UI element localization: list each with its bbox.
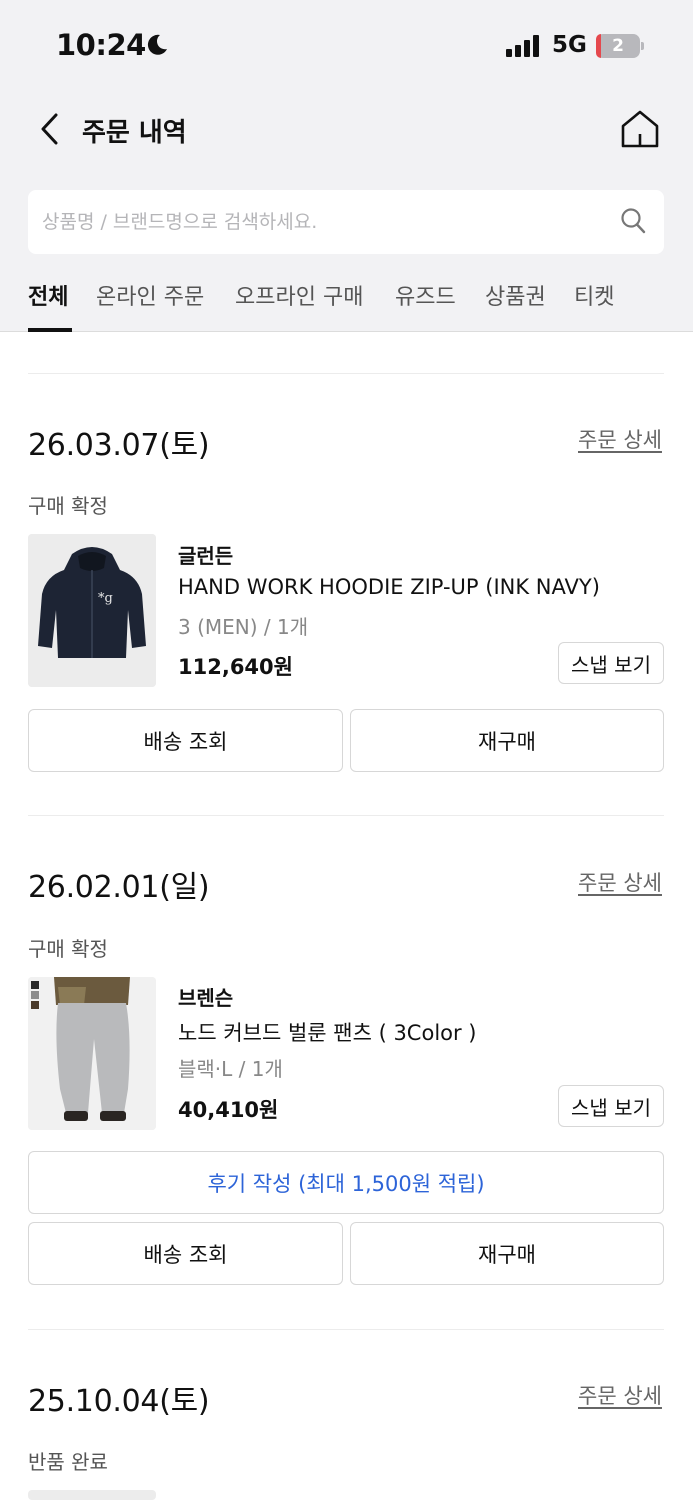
- order-detail-link[interactable]: 주문 상세: [578, 867, 662, 897]
- order-detail-link[interactable]: 주문 상세: [578, 1380, 662, 1410]
- product-option: 블랙·L / 1개: [178, 1057, 283, 1081]
- network-label: 5G: [552, 32, 587, 58]
- product-name[interactable]: 노드 커브드 벌룬 팬츠 ( 3Color ): [178, 1017, 477, 1047]
- home-icon[interactable]: [619, 108, 661, 150]
- reorder-button[interactable]: 재구매: [350, 709, 664, 772]
- battery-icon: 2: [596, 34, 644, 58]
- reorder-button[interactable]: 재구매: [350, 1222, 664, 1285]
- tab-online-order[interactable]: 온라인 주문: [96, 279, 204, 311]
- search-box[interactable]: [28, 190, 664, 254]
- section-divider: [28, 373, 664, 374]
- product-name[interactable]: HAND WORK HOODIE ZIP-UP (INK NAVY): [178, 575, 600, 599]
- top-area: 10:24 5G 2 주문 내역 전체 온라인 주문: [0, 0, 693, 332]
- order-date: 25.10.04(토): [28, 1384, 210, 1419]
- product-option: 3 (MEN) / 1개: [178, 615, 309, 639]
- status-bar: 10:24 5G 2: [0, 0, 693, 92]
- order-status: 구매 확정: [28, 937, 108, 961]
- tab-ticket[interactable]: 티켓: [574, 279, 614, 311]
- order-detail-link[interactable]: 주문 상세: [578, 424, 662, 454]
- product-brand: 브렌슨: [178, 986, 234, 1010]
- snap-view-button[interactable]: 스냅 보기: [558, 642, 664, 684]
- page-title: 주문 내역: [82, 118, 187, 148]
- tab-all[interactable]: 전체: [28, 279, 68, 311]
- section-divider: [28, 815, 664, 816]
- section-divider: [28, 1329, 664, 1330]
- track-delivery-button[interactable]: 배송 조회: [28, 1222, 343, 1285]
- cellular-signal-icon: [506, 35, 539, 57]
- product-image[interactable]: [28, 1490, 156, 1500]
- tab-used[interactable]: 유즈드: [395, 279, 456, 311]
- tab-gift-card[interactable]: 상품권: [485, 279, 546, 311]
- search-icon[interactable]: [620, 207, 646, 235]
- product-brand: 글런든: [178, 544, 234, 568]
- snap-view-button[interactable]: 스냅 보기: [558, 1085, 664, 1127]
- write-review-button[interactable]: 후기 작성 (최대 1,500원 적립): [28, 1151, 664, 1214]
- moon-icon: [147, 34, 167, 55]
- tab-offline-purchase[interactable]: 오프라인 구매: [235, 279, 363, 311]
- search-input[interactable]: [42, 190, 602, 254]
- track-delivery-button[interactable]: 배송 조회: [28, 709, 343, 772]
- order-status: 반품 완료: [28, 1450, 108, 1474]
- product-price: 112,640원: [178, 655, 293, 679]
- product-image[interactable]: *g: [28, 534, 156, 687]
- pants-image: [28, 977, 156, 1130]
- status-time: 10:24: [56, 28, 146, 62]
- order-status: 구매 확정: [28, 494, 108, 518]
- svg-text:*g: *g: [98, 591, 113, 606]
- active-tab-indicator: [28, 328, 72, 332]
- order-date: 26.03.07(토): [28, 428, 210, 463]
- battery-level: 2: [612, 36, 624, 56]
- back-chevron-icon[interactable]: [36, 111, 66, 147]
- hoodie-image: *g: [28, 534, 156, 687]
- product-price: 40,410원: [178, 1098, 279, 1122]
- order-date: 26.02.01(일): [28, 870, 210, 905]
- product-image[interactable]: [28, 977, 156, 1130]
